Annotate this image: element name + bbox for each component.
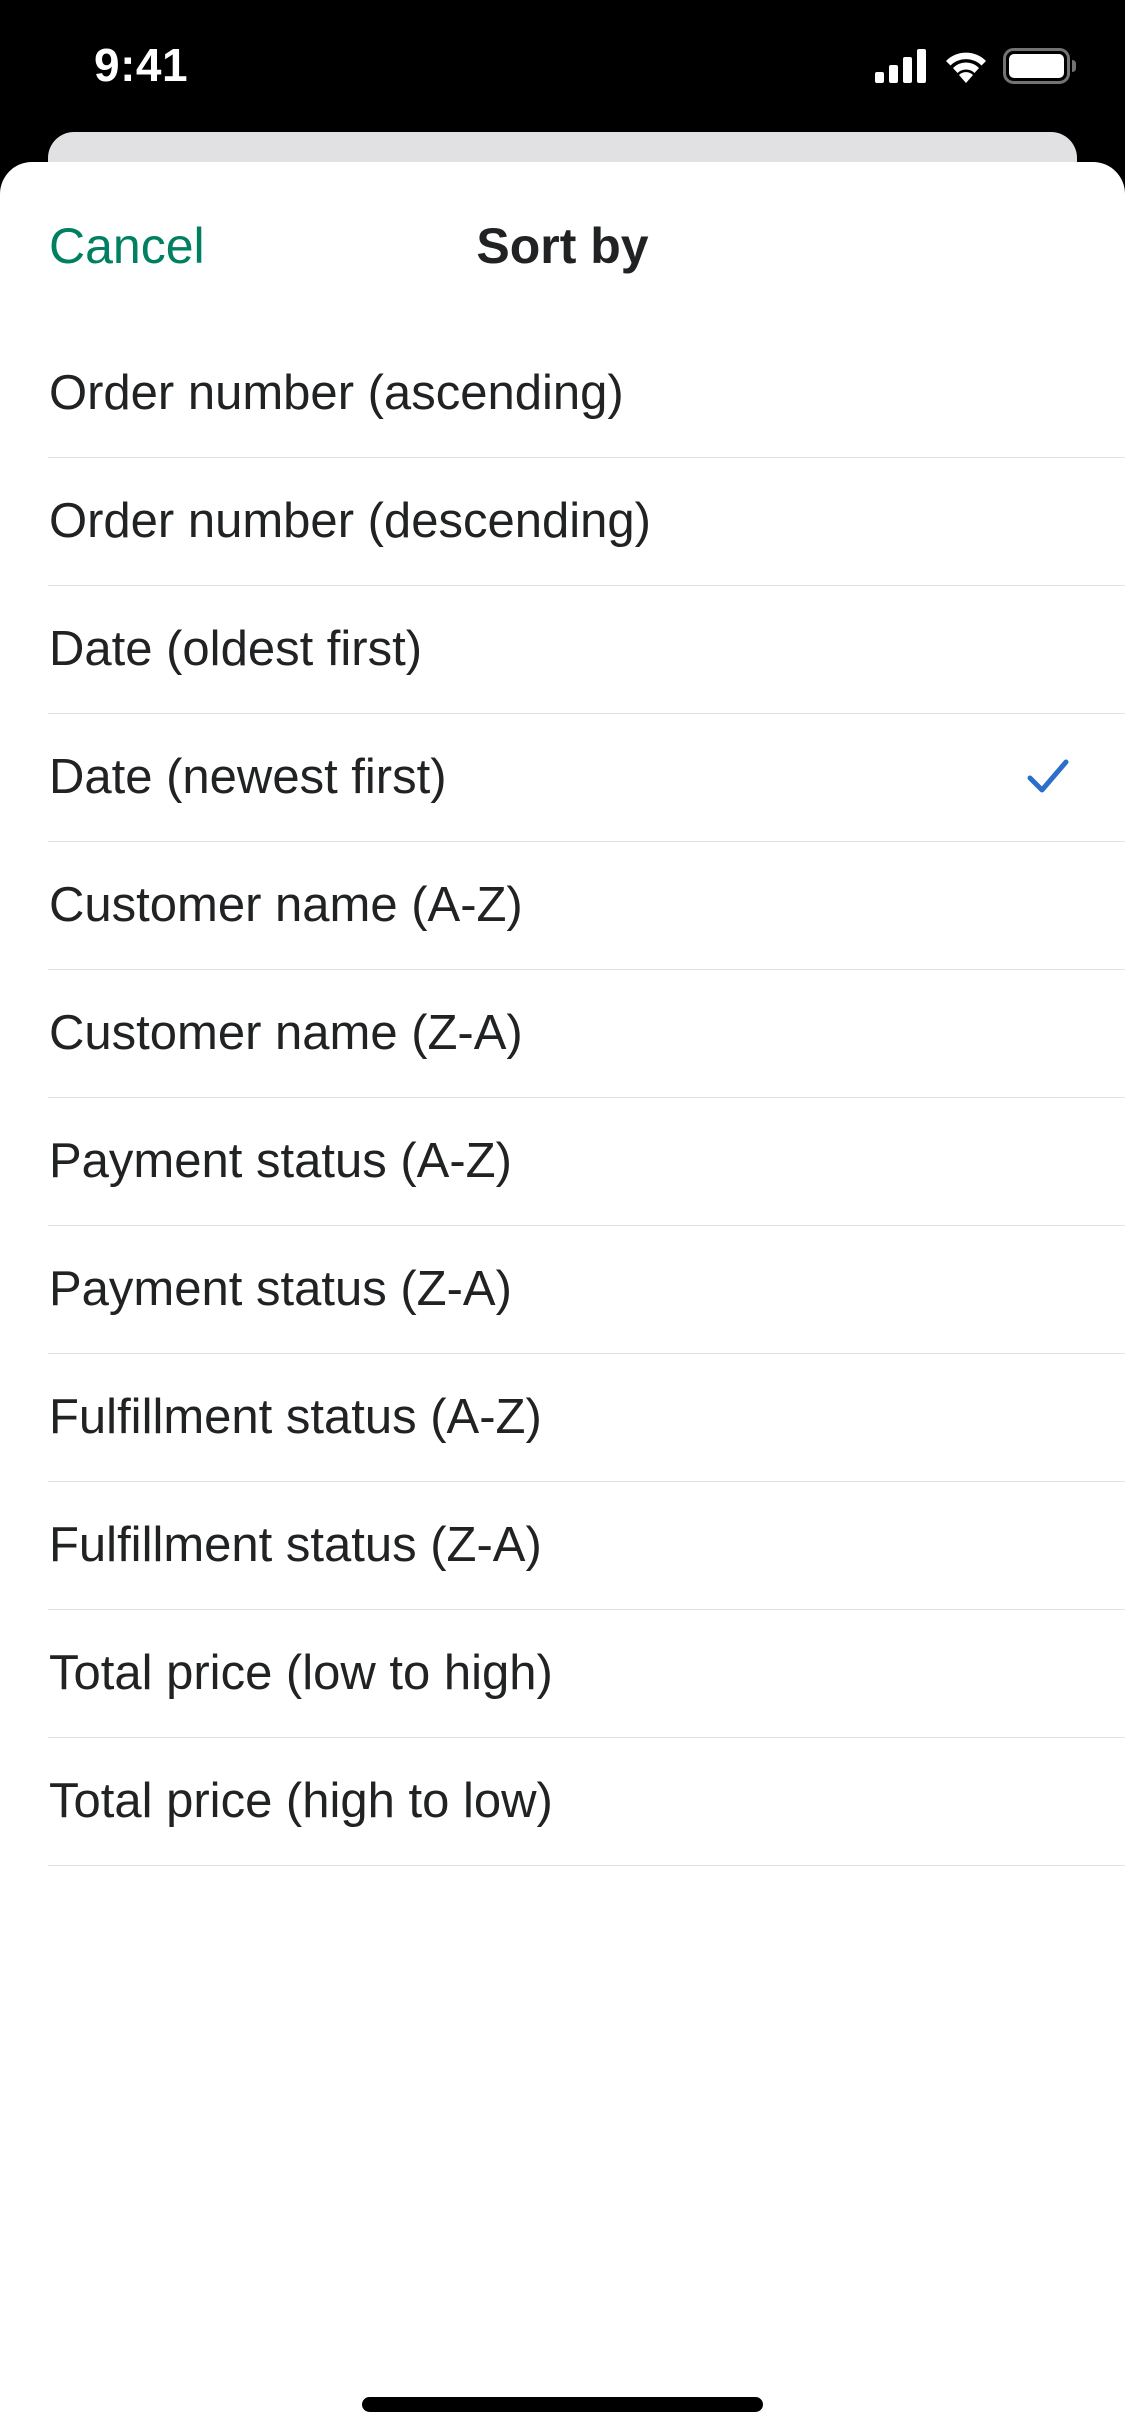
sort-option-fulfillment-status-z-a[interactable]: Fulfillment status (Z-A) (48, 1482, 1125, 1610)
sort-option-label: Date (newest first) (49, 750, 447, 804)
sheet-header: Cancel Sort by (0, 162, 1125, 330)
sort-option-label: Date (oldest first) (49, 622, 423, 676)
sort-sheet: Cancel Sort by Order number (ascending) … (0, 162, 1125, 2436)
sort-option-label: Payment status (Z-A) (49, 1262, 512, 1316)
sort-option-date-oldest-first[interactable]: Date (oldest first) (48, 586, 1125, 714)
sort-option-total-price-low-to-high[interactable]: Total price (low to high) (48, 1610, 1125, 1738)
sort-option-label: Payment status (A-Z) (49, 1134, 512, 1188)
sort-option-payment-status-z-a[interactable]: Payment status (Z-A) (48, 1226, 1125, 1354)
sort-option-label: Fulfillment status (Z-A) (49, 1518, 542, 1572)
status-icons (861, 47, 1077, 89)
sort-option-order-number-descending[interactable]: Order number (descending) (48, 458, 1125, 586)
sort-option-label: Customer name (Z-A) (49, 1006, 523, 1060)
sort-option-label: Order number (descending) (49, 494, 651, 548)
cellular-signal-icon (875, 48, 929, 88)
wifi-icon (943, 49, 989, 88)
sort-option-fulfillment-status-a-z[interactable]: Fulfillment status (A-Z) (48, 1354, 1125, 1482)
sort-option-label: Customer name (A-Z) (49, 878, 523, 932)
checkmark-icon (1025, 754, 1071, 800)
sort-option-customer-name-a-z[interactable]: Customer name (A-Z) (48, 842, 1125, 970)
sort-option-label: Order number (ascending) (49, 366, 624, 420)
sort-option-total-price-high-to-low[interactable]: Total price (high to low) (48, 1738, 1125, 1866)
sort-option-order-number-ascending[interactable]: Order number (ascending) (48, 330, 1125, 458)
status-time: 9:41 (94, 39, 189, 91)
cancel-button[interactable]: Cancel (49, 216, 205, 276)
status-bar: 9:41 (0, 0, 1125, 132)
sort-options-list: Order number (ascending) Order number (d… (0, 330, 1125, 1866)
battery-icon (1003, 47, 1077, 89)
sort-option-payment-status-a-z[interactable]: Payment status (A-Z) (48, 1098, 1125, 1226)
home-indicator[interactable] (362, 2397, 763, 2412)
sort-option-customer-name-z-a[interactable]: Customer name (Z-A) (48, 970, 1125, 1098)
sort-option-label: Fulfillment status (A-Z) (49, 1390, 542, 1444)
sort-option-label: Total price (low to high) (49, 1646, 553, 1700)
sort-option-date-newest-first[interactable]: Date (newest first) (48, 714, 1125, 842)
sort-option-label: Total price (high to low) (49, 1774, 553, 1828)
